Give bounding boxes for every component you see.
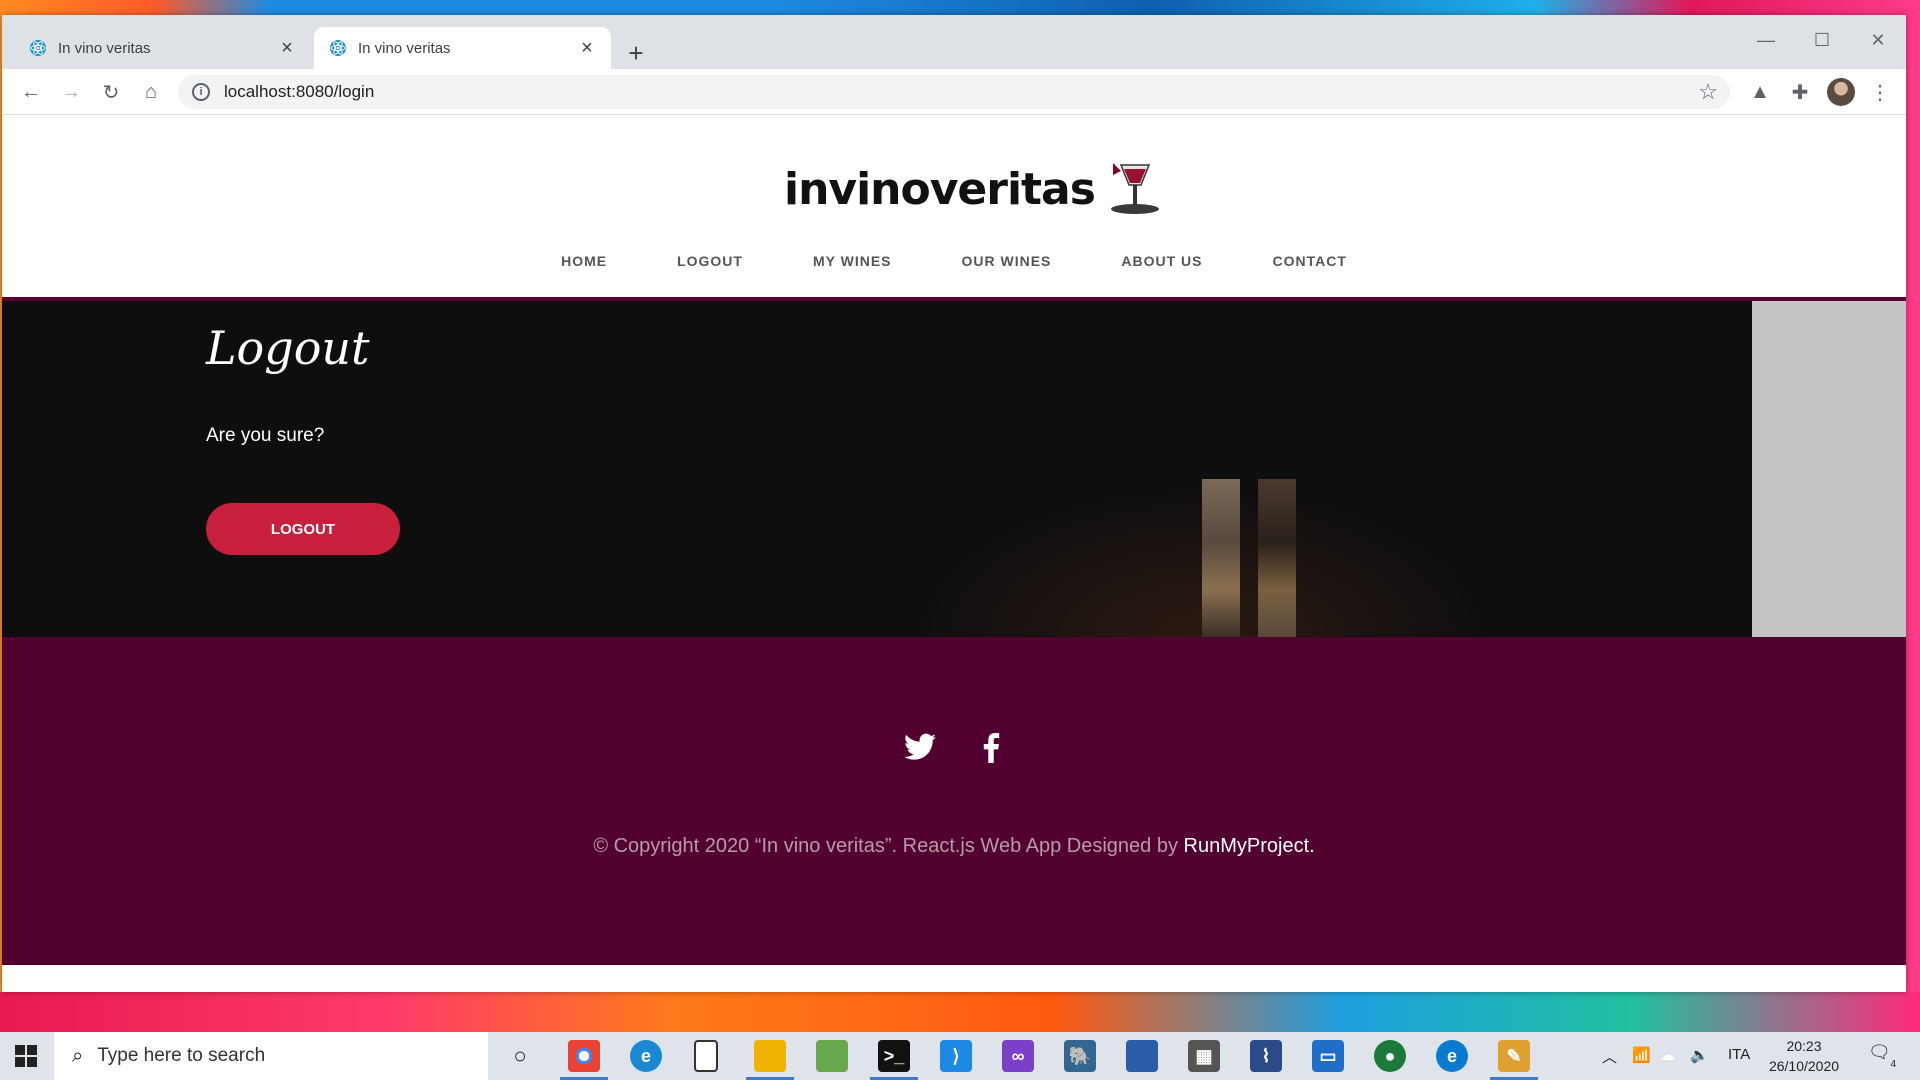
postgresql-icon[interactable]: 🐘 [1064,1040,1096,1072]
back-icon[interactable]: ← [16,77,46,107]
wifi-icon[interactable]: 📶 [1632,1046,1651,1064]
paint-icon[interactable]: ✎ [1490,1040,1538,1080]
vscode-icon[interactable]: ⟩ [940,1040,972,1072]
maps-icon[interactable]: ● [1374,1040,1406,1072]
close-tab-icon[interactable]: × [277,37,297,59]
volume-icon[interactable]: 🔈 [1690,1046,1709,1064]
windows-start-icon[interactable] [14,1044,38,1068]
site-header: invinoveritas HOME LOGOUT MY WINES OUR W… [2,115,1906,297]
designer-link[interactable]: RunMyProject. [1184,835,1315,857]
tab-title: In vino veritas [58,39,151,57]
site-logo[interactable]: invinoveritas [784,161,1161,215]
logout-section: Logout Are you sure? LOGOUT [2,297,1906,641]
clock-time: 20:23 [1786,1038,1822,1054]
taskbar-search-box[interactable]: ⌕ Type here to search [54,1032,488,1080]
web-page: invinoveritas HOME LOGOUT MY WINES OUR W… [2,115,1906,992]
maximize-icon[interactable]: ☐ [1794,25,1850,55]
wine-glass-icon [1109,161,1161,215]
tab-title: In vino veritas [358,39,451,57]
nav-our-wines[interactable]: OUR WINES [962,253,1052,269]
logout-button[interactable]: LOGOUT [206,503,400,555]
image-placeholder [1752,301,1906,637]
notification-icon[interactable]: 🗨 4 [1868,1042,1896,1070]
menu-dots-icon[interactable]: ⋮ [1865,77,1895,107]
file-explorer-icon[interactable] [746,1040,794,1080]
window-app-icon[interactable]: ▭ [1312,1040,1344,1072]
close-tab-icon[interactable]: × [577,37,597,59]
browser-toolbar: ← → ↻ ⌂ i localhost:8080/login ☆ ▲ ✚ ⋮ [2,69,1906,115]
address-bar[interactable]: i localhost:8080/login ☆ [178,75,1730,109]
desktop-wallpaper-strip [0,992,1920,1032]
home-icon[interactable]: ⌂ [136,77,166,107]
info-icon[interactable]: i [192,83,210,101]
chrome-icon[interactable] [560,1040,608,1080]
onedrive-icon[interactable]: ☁ [1660,1046,1675,1064]
logo-text: invinoveritas [784,164,1096,215]
site-footer: © Copyright 2020 “In vino veritas”. Reac… [2,637,1906,965]
network-tool-icon[interactable] [1126,1040,1158,1072]
nav-about-us[interactable]: ABOUT US [1121,253,1202,269]
search-icon: ⌕ [72,1044,84,1067]
windows-taskbar: ⌕ Type here to search ○ e >_ ⟩ ∞ 🐘 ▦ ⌇ ▭… [0,1032,1920,1080]
copyright-label: © Copyright 2020 “In vino veritas”. Reac… [593,835,1184,857]
tray-chevron-icon[interactable]: ︿ [1602,1046,1617,1067]
browser-tab-2[interactable]: In vino veritas × [314,27,611,69]
cortana-icon[interactable]: ○ [504,1040,536,1072]
edge-icon[interactable]: e [630,1040,662,1072]
drive-icon[interactable]: ▲ [1745,77,1775,107]
page-title: Logout [206,321,370,375]
nav-home[interactable]: HOME [561,253,607,269]
notepad-icon[interactable] [694,1040,718,1072]
wine-bottle-image [1202,479,1240,637]
confirm-text: Are you sure? [206,425,325,446]
terminal-icon[interactable]: >_ [870,1040,918,1080]
clock-date: 26/10/2020 [1768,1058,1840,1074]
language-indicator[interactable]: ITA [1728,1046,1750,1063]
reload-icon[interactable]: ↻ [96,77,126,107]
browser-tab-1[interactable]: In vino veritas × [14,27,311,69]
bookmark-star-icon[interactable]: ☆ [1698,79,1718,105]
clock[interactable]: 20:23 26/10/2020 [1764,1036,1844,1076]
nav-logout[interactable]: LOGOUT [677,253,743,269]
facebook-icon[interactable] [982,733,1000,771]
minimize-icon[interactable]: — [1738,25,1794,55]
edge-beta-icon[interactable]: e [1436,1040,1468,1072]
calculator-icon[interactable]: ▦ [1188,1040,1220,1072]
react-icon [328,38,348,58]
tab-strip: In vino veritas × In vino veritas × + — … [2,15,1906,69]
profile-avatar[interactable] [1827,78,1855,106]
wine-bottle-image [1258,479,1296,637]
sql-tool-icon[interactable]: ⌇ [1250,1040,1282,1072]
search-placeholder: Type here to search [97,1045,266,1066]
forward-icon[interactable]: → [56,77,86,107]
extensions-icon[interactable]: ✚ [1785,77,1815,107]
visual-studio-icon[interactable]: ∞ [1002,1040,1034,1072]
twitter-icon[interactable] [904,733,936,769]
nav-contact[interactable]: CONTACT [1273,253,1347,269]
url-text: localhost:8080/login [224,82,375,101]
image-viewer-icon[interactable] [816,1040,848,1072]
new-tab-icon[interactable]: + [622,38,650,68]
copyright-text: © Copyright 2020 “In vino veritas”. Reac… [2,835,1906,858]
close-window-icon[interactable]: ✕ [1850,25,1906,55]
notification-count: 4 [1890,1059,1896,1070]
react-icon [28,38,48,58]
main-navigation: HOME LOGOUT MY WINES OUR WINES ABOUT US … [2,253,1906,269]
nav-my-wines[interactable]: MY WINES [813,253,892,269]
browser-window: In vino veritas × In vino veritas × + — … [2,15,1906,992]
